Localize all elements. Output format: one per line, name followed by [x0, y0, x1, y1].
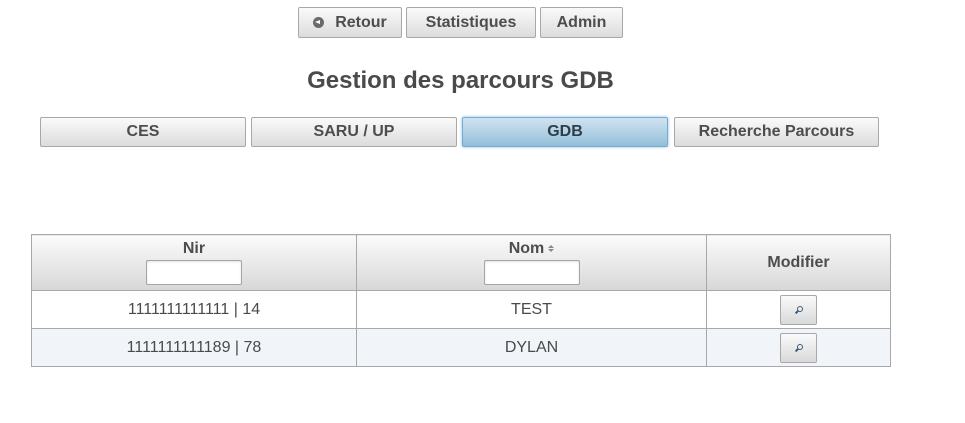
nir-cell: 1111111111189 | 78	[31, 328, 357, 367]
sort-icon[interactable]	[548, 245, 555, 253]
nom-header-label: Nom	[508, 240, 545, 257]
nom-filter-input[interactable]	[483, 260, 580, 285]
tab-recherche-parcours[interactable]: Recherche Parcours	[674, 117, 879, 147]
modifier-button[interactable]	[780, 294, 817, 325]
tab-saru-up[interactable]: SARU / UP	[251, 117, 457, 147]
statistiques-button[interactable]: Statistiques	[406, 7, 536, 38]
tab-ces[interactable]: CES	[40, 117, 246, 147]
back-arrow-icon	[313, 17, 325, 28]
modifier-cell	[706, 328, 891, 367]
magnifier-icon	[795, 305, 803, 314]
column-header-modifier: Modifier	[706, 234, 891, 291]
retour-button[interactable]: Retour	[298, 7, 402, 38]
admin-button[interactable]: Admin	[540, 7, 623, 38]
nir-header-label: Nir	[182, 240, 206, 257]
modifier-button[interactable]	[780, 332, 817, 363]
retour-label: Retour	[335, 13, 387, 31]
table-row: 1111111111189 | 78 DYLAN	[31, 328, 891, 367]
modifier-header-label: Modifier	[767, 253, 830, 271]
parcours-table: Nir Nom Modifier 1111111111111 | 14 TEST	[31, 234, 891, 367]
magnifier-icon	[795, 343, 803, 352]
column-header-nom[interactable]: Nom	[356, 234, 707, 291]
table-row: 1111111111111 | 14 TEST	[31, 290, 891, 329]
modifier-cell	[706, 290, 891, 329]
page-title: Gestion des parcours GDB	[307, 67, 614, 94]
tab-gdb[interactable]: GDB	[462, 117, 668, 147]
column-header-nir: Nir	[31, 234, 357, 291]
nom-cell: DYLAN	[356, 328, 707, 367]
nir-filter-input[interactable]	[146, 260, 242, 285]
nir-cell: 1111111111111 | 14	[31, 290, 357, 329]
nom-cell: TEST	[356, 290, 707, 329]
